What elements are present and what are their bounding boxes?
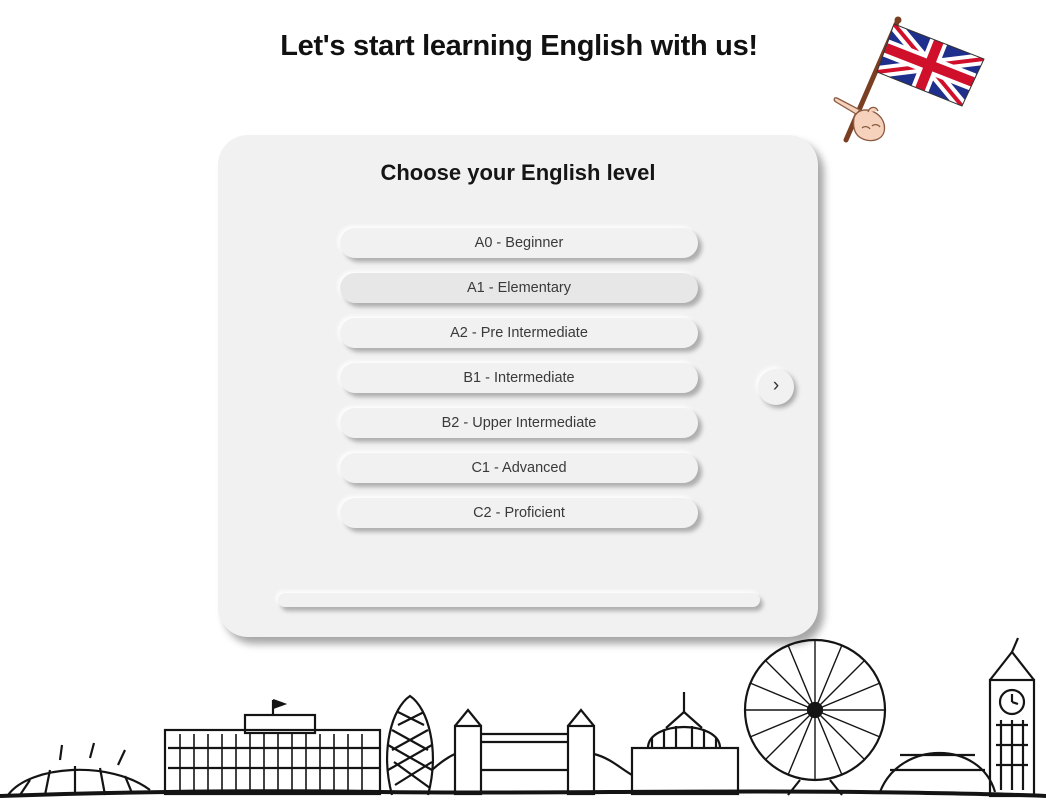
level-option-c1[interactable]: C1 - Advanced xyxy=(340,453,698,483)
card-title: Choose your English level xyxy=(380,160,656,185)
next-button[interactable]: › xyxy=(758,369,794,405)
chevron-right-icon: › xyxy=(772,375,780,396)
level-option-c2[interactable]: C2 - Proficient xyxy=(340,498,698,528)
level-option-a2[interactable]: A2 - Pre Intermediate xyxy=(340,318,698,348)
level-card: Choose your English level A0 - Beginner … xyxy=(218,135,818,637)
level-list: A0 - Beginner A1 - Elementary A2 - Pre I… xyxy=(340,228,698,543)
london-skyline-illustration xyxy=(0,637,1046,798)
level-option-a1[interactable]: A1 - Elementary xyxy=(340,273,698,303)
union-jack-flag-icon xyxy=(833,16,985,143)
progress-bar xyxy=(278,593,760,607)
level-option-b1[interactable]: B1 - Intermediate xyxy=(340,363,698,393)
level-option-b2[interactable]: B2 - Upper Intermediate xyxy=(340,408,698,438)
page: Let's start learning English with us! Ch… xyxy=(0,0,1046,810)
level-option-a0[interactable]: A0 - Beginner xyxy=(340,228,698,258)
